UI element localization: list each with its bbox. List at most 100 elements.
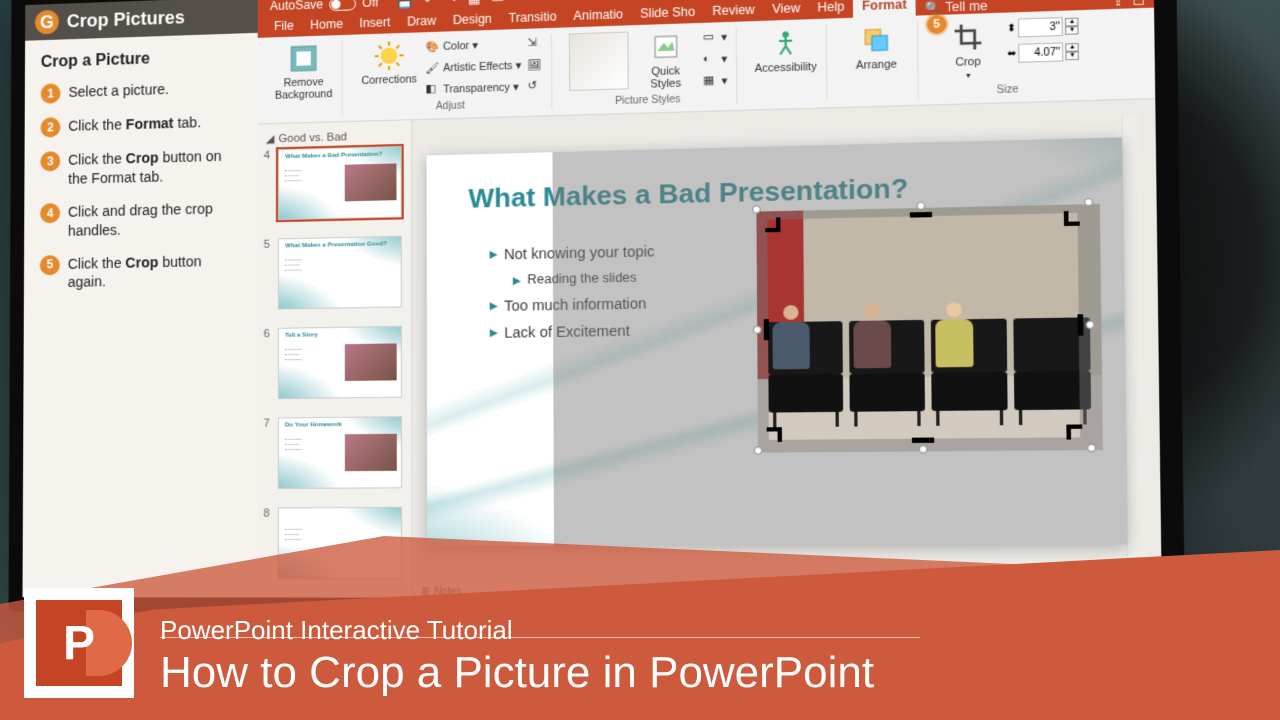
corrections-label: Corrections — [361, 73, 417, 87]
tab-design[interactable]: Design — [444, 8, 500, 31]
tab-home[interactable]: Home — [302, 13, 351, 36]
tab-insert[interactable]: Insert — [351, 12, 399, 35]
slide-thumbnail[interactable]: 6 Tell a Story • ─────• ────• ───── — [264, 326, 406, 399]
step-number-badge: 2 — [40, 117, 60, 137]
thumbnail-preview[interactable]: Do Your Homework • ─────• ────• ───── — [278, 416, 402, 489]
redo-icon[interactable]: ↷ — [446, 0, 457, 8]
section-collapse-icon[interactable]: ◢ — [266, 132, 275, 145]
selection-handle-icon[interactable] — [752, 205, 761, 214]
autosave-toggle[interactable]: AutoSave Off — [258, 0, 391, 14]
slide-thumbnail[interactable]: 4 What Makes a Bad Presentation? • ─────… — [264, 146, 405, 221]
height-down-icon[interactable]: ▾ — [1065, 26, 1079, 35]
corrections-button[interactable]: Corrections — [359, 39, 419, 88]
size-group-label: Size — [997, 82, 1019, 96]
crop-handle-top[interactable] — [910, 211, 932, 217]
tab-draw[interactable]: Draw — [399, 10, 445, 33]
tutorial-header-title: Crop Pictures — [67, 7, 185, 32]
picture-effects-icon: ◐ — [703, 52, 718, 67]
crop-button[interactable]: 5 Crop ▾ — [936, 19, 1001, 81]
thumbnail-preview[interactable]: Tell a Story • ─────• ────• ───── — [278, 326, 402, 399]
width-icon: ⬌ — [1007, 48, 1016, 60]
search-icon: 🔍 — [924, 0, 941, 15]
video-banner: P PowerPoint Interactive Tutorial How to… — [0, 550, 1280, 720]
tutorial-step: 1Select a picture. — [41, 78, 242, 104]
thumbnail-number: 6 — [264, 328, 274, 399]
picture-effects-button[interactable]: ◐▾ — [703, 50, 727, 69]
crop-handle-left[interactable] — [764, 319, 770, 340]
tab-file[interactable]: File — [266, 15, 302, 37]
style-gallery[interactable] — [569, 32, 629, 92]
bullet-item[interactable]: Not knowing your topic — [490, 242, 655, 262]
thumbnail-number: 4 — [264, 149, 274, 220]
slide-thumbnail[interactable]: 7 Do Your Homework • ─────• ────• ───── — [263, 416, 405, 489]
tab-help[interactable]: Help — [809, 0, 854, 19]
reset-icon: ↺ — [528, 80, 543, 95]
tell-me-label: Tell me — [945, 0, 987, 15]
crop-handle-right[interactable] — [1077, 314, 1083, 335]
tutorial-step: 4 Click and drag the crop handles. — [40, 199, 241, 242]
save-icon[interactable]: 💾 — [397, 0, 414, 10]
quick-styles-button[interactable]: Quick Styles — [634, 29, 696, 91]
picture-styles-label: Picture Styles — [615, 92, 680, 107]
compress-pictures-button[interactable]: ⇲ — [527, 34, 542, 53]
remove-background-label: Remove Background — [274, 76, 333, 102]
change-picture-button[interactable]: 🖼 — [527, 56, 542, 75]
tab-view[interactable]: View — [763, 0, 809, 21]
artistic-effects-button[interactable]: 🖌Artistic Effects ▾ — [425, 57, 521, 78]
slide-thumbnails-panel[interactable]: ◢ Good vs. Bad 4 What Makes a Bad Presen… — [257, 120, 412, 602]
tab-review[interactable]: Review — [704, 0, 764, 23]
share-icon[interactable]: ⇪ — [1112, 0, 1124, 9]
crop-handle-top-left[interactable] — [765, 217, 780, 232]
selection-handle-icon[interactable] — [1084, 197, 1093, 206]
bullet-item[interactable]: Reading the slides — [513, 269, 655, 286]
selection-handle-icon[interactable] — [1085, 320, 1094, 329]
step-text: Click and drag the crop handles. — [68, 199, 241, 241]
accessibility-button[interactable]: Accessibility — [754, 25, 817, 75]
undo-icon[interactable]: ↶ — [424, 0, 435, 9]
arrange-button[interactable]: Arrange — [844, 22, 908, 72]
transparency-button[interactable]: ◧Transparency ▾ — [425, 78, 521, 99]
remove-background-button[interactable]: Remove Background — [274, 41, 333, 102]
touch-mode-icon[interactable]: ▭ — [491, 0, 504, 6]
tab-slide sho[interactable]: Slide Sho — [632, 1, 704, 25]
width-down-icon[interactable]: ▾ — [1066, 51, 1080, 60]
selection-handle-icon[interactable] — [1087, 443, 1096, 452]
workspace: ◢ Good vs. Bad 4 What Makes a Bad Presen… — [257, 99, 1162, 603]
color-button[interactable]: 🎨Color ▾ — [425, 35, 521, 57]
slide-canvas[interactable]: What Makes a Bad Presentation? Not knowi… — [427, 137, 1127, 546]
selection-handle-icon[interactable] — [919, 444, 928, 453]
slide-thumbnail[interactable]: 5 What Makes a Presentation Good? • ────… — [264, 236, 405, 310]
thumbnail-preview[interactable]: What Makes a Presentation Good? • ─────•… — [278, 236, 402, 310]
tell-me-search[interactable]: 🔍 Tell me — [924, 0, 987, 15]
crop-handle-bottom-left[interactable] — [767, 427, 782, 442]
from-beginning-icon[interactable]: ▦ — [468, 0, 481, 7]
picture-layout-button[interactable]: ▦▾ — [703, 72, 727, 91]
crop-dropdown-icon[interactable]: ▾ — [966, 71, 971, 81]
picture-with-crop[interactable] — [767, 212, 1080, 439]
crop-handle-bottom[interactable] — [912, 437, 934, 442]
powerpoint-logo: P — [24, 588, 134, 698]
tutorial-body: Crop a Picture 1Select a picture.2Click … — [24, 33, 258, 321]
width-input[interactable] — [1018, 42, 1063, 62]
tab-animatio[interactable]: Animatio — [565, 4, 632, 28]
height-input[interactable] — [1018, 17, 1063, 37]
bullet-item[interactable]: Lack of Excitement — [490, 321, 655, 340]
tutorial-panel: G Crop Pictures Crop a Picture 1Select a… — [22, 0, 257, 598]
thumbnail-preview[interactable]: What Makes a Bad Presentation? • ─────• … — [278, 146, 402, 220]
slide-bullets[interactable]: Not knowing your topic Reading the slides… — [490, 242, 655, 350]
toggle-switch-icon[interactable] — [329, 0, 356, 11]
bullet-item[interactable]: Too much information — [490, 294, 655, 313]
crop-handle-bottom-right[interactable] — [1066, 424, 1082, 439]
tutorial-step: 5Click the Crop button again. — [40, 251, 241, 293]
tab-transitio[interactable]: Transitio — [500, 6, 565, 30]
adjust-group-label: Adjust — [436, 98, 465, 112]
picture-border-button[interactable]: ▭▾ — [703, 28, 727, 47]
height-input-group: ⬍ ▴▾ — [1007, 16, 1079, 37]
crop-handle-top-right[interactable] — [1064, 210, 1080, 225]
corrections-icon — [373, 39, 406, 73]
step-number-badge: 4 — [40, 203, 60, 223]
step-text: Click the Crop button again. — [68, 251, 242, 292]
canvas-scroll[interactable]: What Makes a Bad Presentation? Not knowi… — [412, 99, 1162, 581]
reset-picture-button[interactable]: ↺ — [528, 77, 543, 96]
selection-handle-icon[interactable] — [754, 446, 763, 454]
